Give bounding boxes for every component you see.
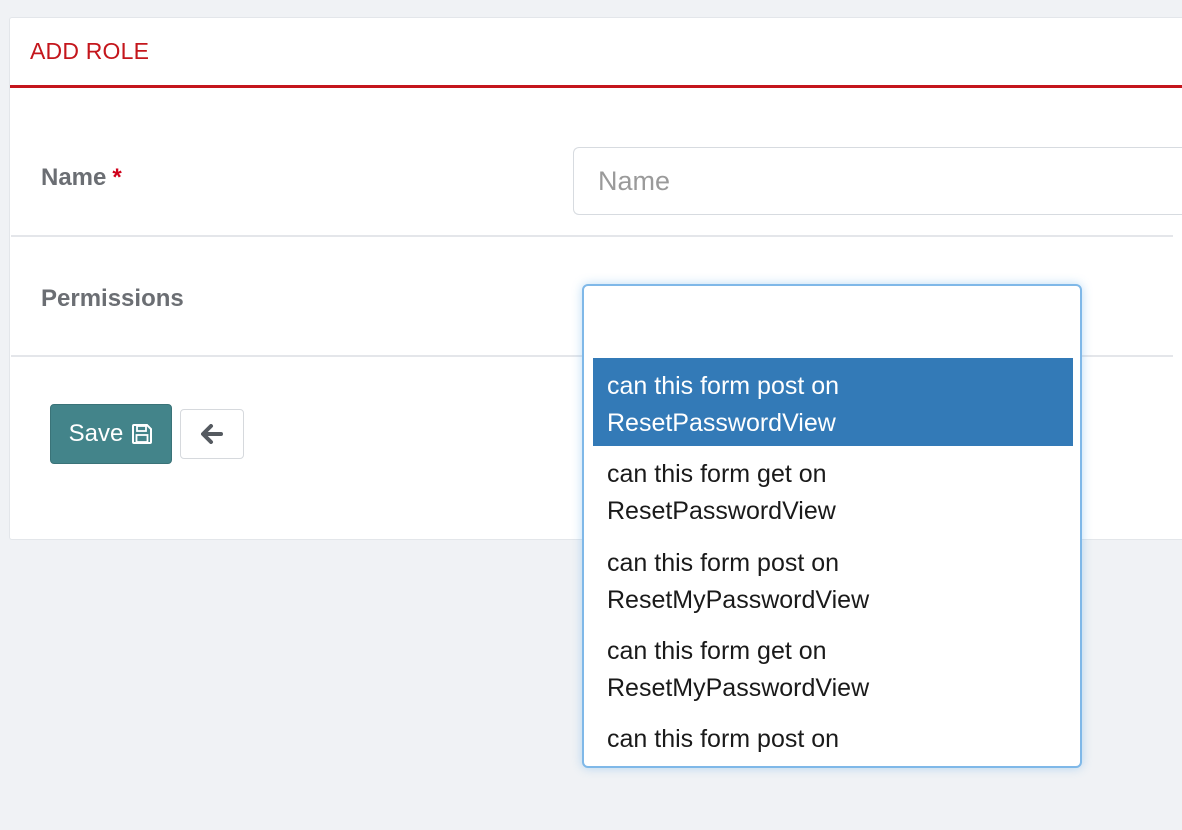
permissions-label: Permissions xyxy=(41,285,184,312)
option-line2: ResetPasswordView xyxy=(607,409,836,437)
option-line1: can this form post on xyxy=(607,725,840,753)
option-line2: ResetPasswordView xyxy=(607,497,836,525)
save-button[interactable]: Save xyxy=(50,404,172,464)
permissions-dropdown[interactable]: can this form post on ResetPasswordView … xyxy=(582,284,1082,768)
permissions-options-list[interactable]: can this form post on ResetPasswordView … xyxy=(593,358,1073,766)
option-line1: can this form post on xyxy=(607,372,840,400)
name-label-text: Name xyxy=(41,164,107,191)
option-line1: can this form get on xyxy=(607,460,827,488)
panel-header: ADD ROLE xyxy=(10,18,1182,88)
required-marker: * xyxy=(112,164,122,191)
permission-option[interactable]: can this form post on ResetMyPasswordVie… xyxy=(593,535,1073,623)
permission-option[interactable]: can this form get on ResetPasswordView xyxy=(593,446,1073,535)
option-line2: ResetMyPasswordView xyxy=(607,586,870,614)
permission-option[interactable]: can this form post on ResetPasswordView xyxy=(593,358,1073,446)
option-line2: ResetMyPasswordView xyxy=(607,674,870,702)
option-line1: can this form post on xyxy=(607,549,840,577)
name-row: Name * xyxy=(11,112,1182,237)
option-line1: can this form get on xyxy=(607,637,827,665)
floppy-disk-icon xyxy=(132,424,153,444)
name-input[interactable] xyxy=(573,147,1182,215)
permissions-search-input[interactable] xyxy=(594,298,1074,350)
arrow-left-icon xyxy=(201,424,223,444)
permission-option[interactable]: can this form get on ResetMyPasswordView xyxy=(593,623,1073,711)
back-button[interactable] xyxy=(180,409,244,459)
page-title: ADD ROLE xyxy=(30,38,150,64)
save-button-label: Save xyxy=(68,420,124,447)
permission-option[interactable]: can this form post on xyxy=(593,711,1073,766)
name-label: Name * xyxy=(41,164,122,192)
